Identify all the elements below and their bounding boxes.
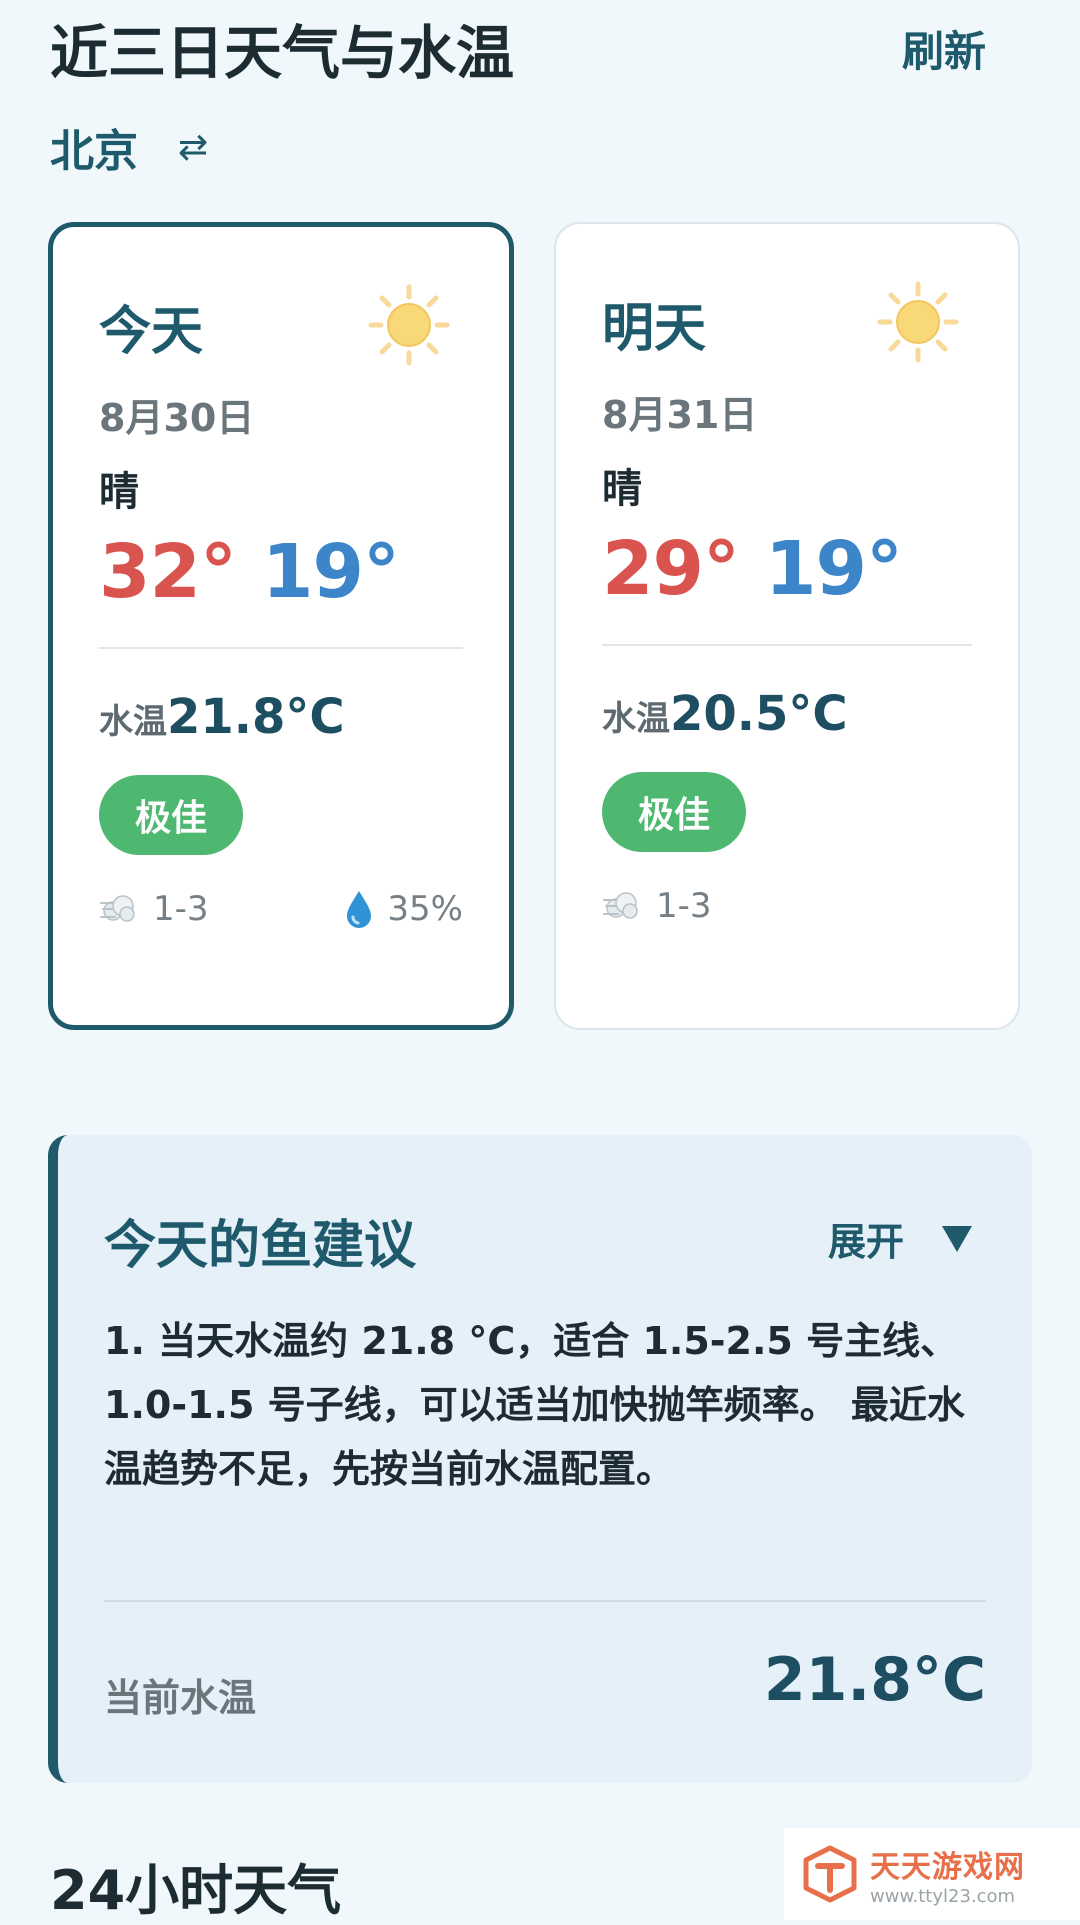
water-temp-row: 水温 21.8°C bbox=[99, 689, 345, 745]
water-temp-label: 水温 bbox=[99, 702, 167, 742]
sun-icon bbox=[877, 281, 959, 363]
city-selector[interactable]: 北京 ⇄ bbox=[50, 115, 208, 179]
sun-icon bbox=[368, 284, 450, 366]
condition-label: 晴 bbox=[602, 466, 642, 512]
forecast-card-today[interactable]: 今天 8月30日 晴 32° 19° 水温 21.8°C 极佳 1-3 35% bbox=[48, 222, 514, 1030]
expand-label: 展开 bbox=[827, 1220, 904, 1264]
watermark-name: 天天游戏网 bbox=[870, 1849, 1025, 1885]
tips-text: 1. 当天水温约 21.8 °C，适合 1.5-2.5 号主线、1.0-1.5 … bbox=[104, 1319, 965, 1491]
wind-info: 1-3 bbox=[99, 889, 209, 929]
water-temp-row: 水温 20.5°C bbox=[602, 686, 848, 742]
current-water-temp-value: 21.8°C bbox=[763, 1645, 986, 1715]
tips-title: 今天的鱼建议 bbox=[104, 1216, 417, 1276]
water-temp-value: 21.8°C bbox=[167, 689, 345, 745]
temperature-range: 32° 19° bbox=[99, 529, 400, 615]
water-temp-label: 水温 bbox=[602, 699, 670, 739]
hourly-weather-title: 24小时天气 bbox=[50, 1859, 342, 1922]
low-temp: 19° bbox=[261, 529, 400, 615]
wind-info: 1-3 bbox=[602, 886, 712, 926]
watermark: 天天游戏网 www.ttyl23.com bbox=[784, 1828, 1080, 1920]
day-label: 今天 bbox=[99, 302, 204, 362]
water-temp-value: 20.5°C bbox=[670, 686, 848, 742]
rating-badge: 极佳 bbox=[602, 772, 746, 852]
current-water-temp-label: 当前水温 bbox=[104, 1676, 257, 1720]
water-drop-icon bbox=[347, 891, 372, 928]
swap-arrows-icon[interactable]: ⇄ bbox=[178, 127, 208, 168]
tips-divider bbox=[104, 1600, 986, 1602]
page-title: 近三日天气与水温 bbox=[50, 19, 515, 87]
city-name: 北京 bbox=[50, 126, 138, 177]
high-temp: 29° bbox=[602, 526, 740, 612]
temperature-range: 29° 19° bbox=[602, 526, 903, 612]
forecast-cards: 今天 8月30日 晴 32° 19° 水温 21.8°C 极佳 1-3 35% … bbox=[48, 222, 1020, 1030]
refresh-button[interactable]: 刷新 bbox=[902, 18, 986, 79]
watermark-url: www.ttyl23.com bbox=[870, 1885, 1016, 1907]
card-divider bbox=[602, 644, 972, 646]
low-temp: 19° bbox=[764, 526, 903, 612]
caret-down-icon bbox=[942, 1225, 972, 1252]
wind-value: 1-3 bbox=[656, 886, 712, 926]
day-label: 明天 bbox=[602, 299, 707, 359]
rating-badge: 极佳 bbox=[99, 775, 243, 855]
humidity-info: 35% bbox=[345, 889, 463, 929]
header: 近三日天气与水温 刷新 bbox=[50, 8, 1030, 88]
date-label: 8月31日 bbox=[602, 393, 758, 437]
condition-label: 晴 bbox=[99, 469, 139, 515]
site-logo-icon bbox=[803, 1845, 857, 1903]
expand-toggle[interactable]: 展开 bbox=[828, 1211, 972, 1266]
watermark-text: 天天游戏网 www.ttyl23.com bbox=[870, 1842, 1025, 1907]
wind-icon bbox=[603, 892, 638, 919]
fishing-tips-panel: 今天的鱼建议 展开 1. 当天水温约 21.8 °C，适合 1.5-2.5 号主… bbox=[48, 1135, 1032, 1783]
wind-icon bbox=[100, 895, 135, 922]
high-temp: 32° bbox=[99, 529, 237, 615]
humidity-value: 35% bbox=[387, 889, 463, 929]
date-label: 8月30日 bbox=[99, 396, 255, 440]
forecast-card-tomorrow[interactable]: 明天 8月31日 晴 29° 19° 水温 20.5°C 极佳 1-3 bbox=[554, 222, 1020, 1030]
card-divider bbox=[99, 647, 463, 649]
wind-value: 1-3 bbox=[153, 889, 209, 929]
